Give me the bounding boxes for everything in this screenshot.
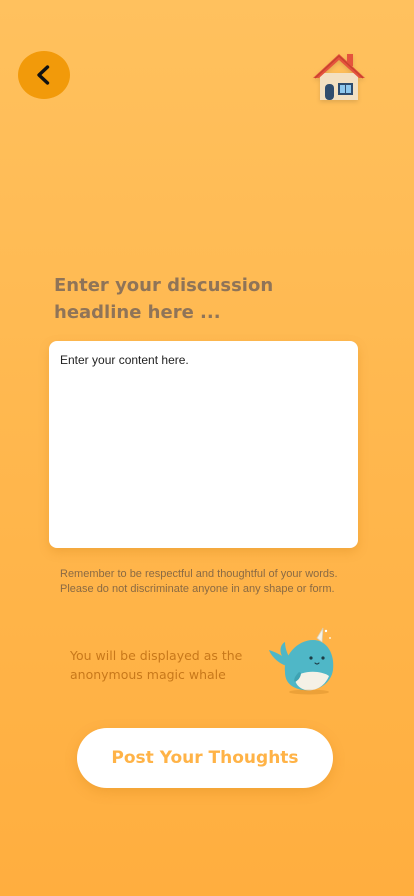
post-thoughts-button[interactable]: Post Your Thoughts: [77, 728, 333, 788]
guidelines-notice: Remember to be respectful and thoughtful…: [60, 567, 380, 597]
content-field[interactable]: [49, 341, 358, 548]
headline-input[interactable]: Enter your discussion headline here ...: [54, 272, 304, 326]
whale-avatar: [265, 626, 337, 696]
chevron-left-icon: [37, 65, 50, 85]
anon-line-1: You will be displayed as the: [70, 648, 243, 663]
back-button[interactable]: [18, 51, 70, 99]
new-discussion-screen: Enter your discussion headline here ... …: [0, 0, 414, 896]
anon-line-2: anonymous magic whale: [70, 667, 226, 682]
narwhal-icon: [269, 627, 334, 695]
anonymous-identity-text: You will be displayed as the anonymous m…: [70, 646, 260, 684]
notice-line-2: Please do not discriminate anyone in any…: [60, 583, 335, 595]
home-button[interactable]: [310, 48, 368, 106]
house-icon: [313, 54, 365, 100]
notice-line-1: Remember to be respectful and thoughtful…: [60, 568, 338, 580]
content-textarea[interactable]: [60, 353, 347, 536]
